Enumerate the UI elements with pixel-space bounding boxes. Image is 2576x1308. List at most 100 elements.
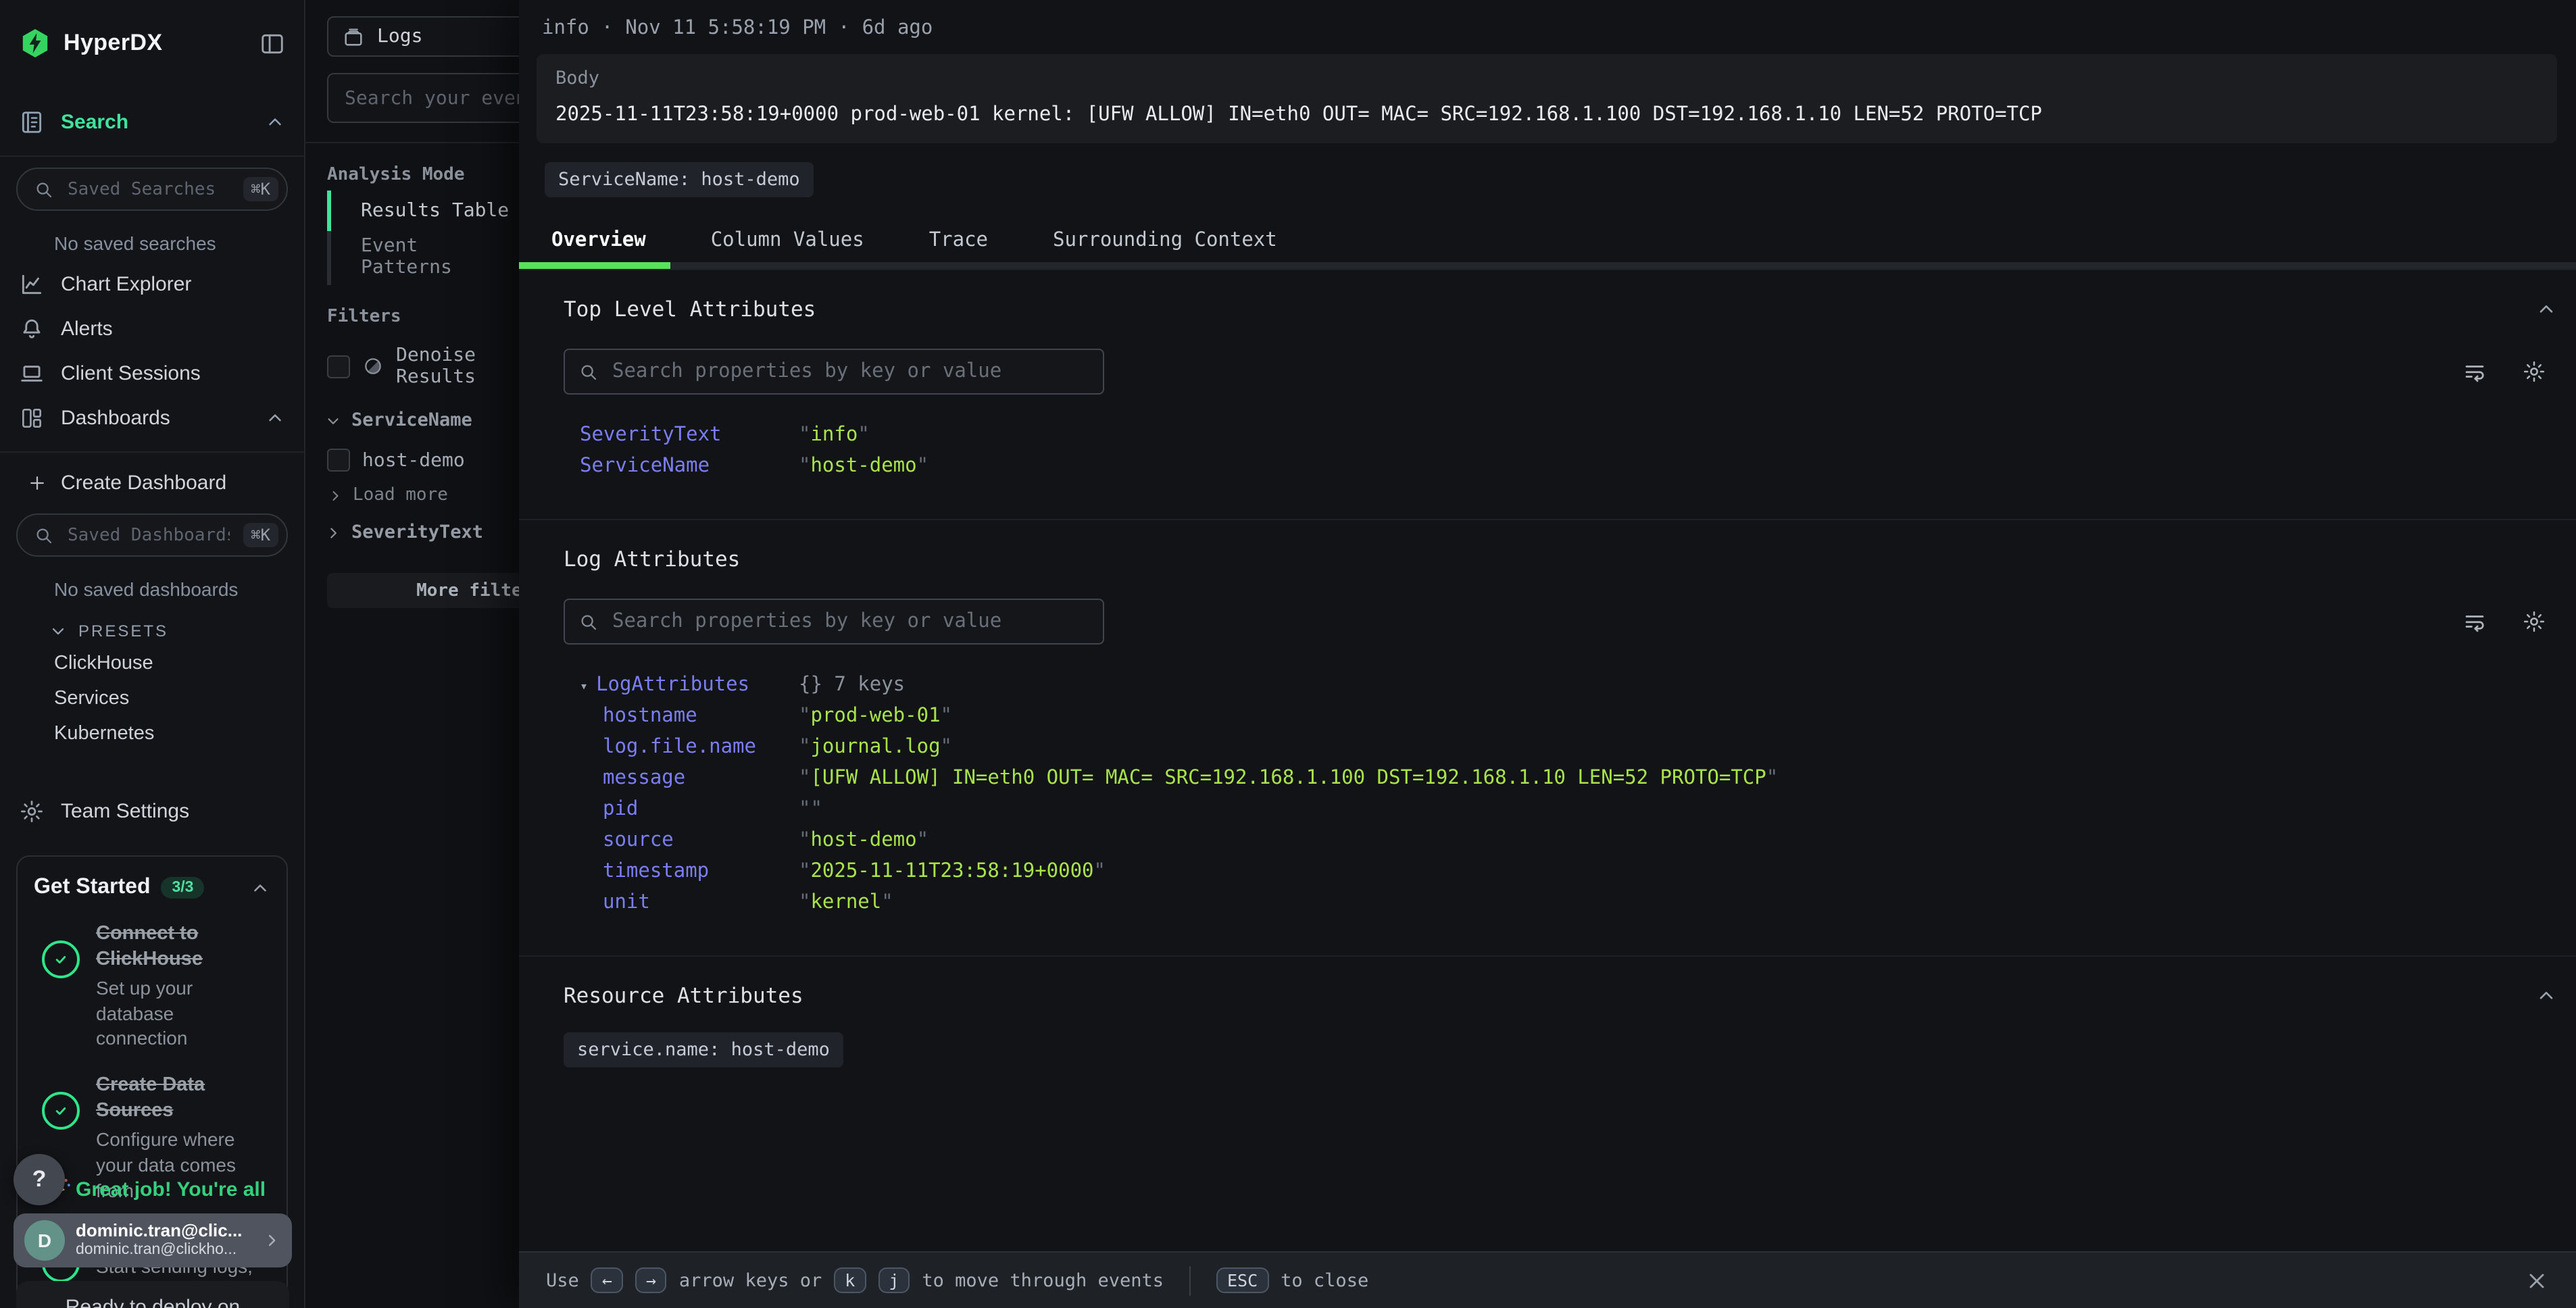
- preset-clickhouse[interactable]: ClickHouse: [0, 646, 304, 681]
- chevron-up-icon[interactable]: [250, 878, 270, 898]
- wrap-lines-icon[interactable]: [2462, 359, 2487, 384]
- attribute-row: hostname "prod-web-01": [564, 705, 2557, 736]
- sidebar-item-dashboards[interactable]: Dashboards: [0, 396, 304, 441]
- attribute-value[interactable]: "info": [799, 424, 2557, 446]
- property-search-input[interactable]: [610, 609, 1089, 634]
- attribute-root-row: ▾LogAttributes {} 7 keys: [564, 674, 2557, 705]
- saved-dashboards-box[interactable]: ⌘K: [16, 513, 288, 557]
- footer-text: to move through events: [922, 1269, 1164, 1291]
- severity-text: info: [542, 18, 589, 39]
- get-started-header[interactable]: Get Started 3/3: [34, 876, 270, 900]
- tab-column-values[interactable]: Column Values: [678, 219, 897, 262]
- gear-icon: [19, 799, 45, 824]
- presets-toggle[interactable]: PRESETS: [0, 608, 304, 646]
- attribute-value[interactable]: "": [799, 799, 2557, 820]
- analysis-mode-label: Analysis Mode: [305, 143, 519, 193]
- gear-icon[interactable]: [2522, 609, 2546, 634]
- attribute-row: message "[UFW ALLOW] IN=eth0 OUT= MAC= S…: [564, 768, 2557, 799]
- get-started-step[interactable]: Connect to ClickHouse Set up your databa…: [34, 922, 270, 1052]
- load-more-button[interactable]: Load more: [305, 481, 519, 509]
- close-icon[interactable]: [2525, 1268, 2549, 1292]
- checkbox[interactable]: [327, 355, 350, 378]
- user-menu[interactable]: D dominic.tran@clic... dominic.tran@clic…: [14, 1213, 292, 1267]
- no-saved-dashboards-text: No saved dashboards: [0, 568, 304, 608]
- j-key[interactable]: j: [878, 1267, 910, 1293]
- search-panel: Logs Analysis Mode Results Table Event P…: [305, 0, 519, 1308]
- attribute-value[interactable]: "kernel": [799, 892, 2557, 913]
- sidebar: HyperDX Search ⌘K No saved searches Char…: [0, 0, 305, 1308]
- sidebar-item-team-settings[interactable]: Team Settings: [0, 789, 304, 834]
- chevron-up-icon: [265, 112, 285, 132]
- sidebar-item-client-sessions[interactable]: Client Sessions: [0, 351, 304, 396]
- sidebar-item-alerts[interactable]: Alerts: [0, 307, 304, 351]
- attribute-key[interactable]: unit: [564, 892, 799, 913]
- chevron-up-icon[interactable]: [2535, 299, 2557, 320]
- preset-services[interactable]: Services: [0, 681, 304, 716]
- attribute-key[interactable]: ServiceName: [564, 455, 799, 477]
- saved-searches-box[interactable]: ⌘K: [16, 168, 288, 211]
- attribute-row: log.file.name "journal.log": [564, 736, 2557, 768]
- property-search-input[interactable]: [610, 359, 1089, 384]
- left-arrow-key[interactable]: ←: [591, 1267, 623, 1293]
- more-filters-button[interactable]: More filters: [327, 573, 519, 608]
- attribute-value[interactable]: "host-demo": [799, 830, 2557, 851]
- tab-overview[interactable]: Overview: [519, 219, 678, 262]
- property-search-box[interactable]: [564, 599, 1104, 645]
- servicename-tag[interactable]: ServiceName: host-demo: [545, 162, 814, 197]
- esc-key[interactable]: ESC: [1216, 1267, 1268, 1293]
- section-title: Log Attributes: [564, 547, 2557, 572]
- wrap-lines-icon[interactable]: [2462, 609, 2487, 634]
- saved-dashboards-input[interactable]: [65, 524, 232, 547]
- filter-option-host-demo[interactable]: host-demo: [305, 439, 519, 481]
- filter-group-severitytext[interactable]: SeverityText: [305, 509, 519, 551]
- resource-service-tag[interactable]: service.name: host-demo: [564, 1032, 843, 1067]
- saved-searches-input[interactable]: [65, 178, 232, 201]
- attribute-key[interactable]: hostname: [564, 705, 799, 727]
- tab-trace[interactable]: Trace: [897, 219, 1020, 262]
- chevron-right-icon: [324, 524, 342, 541]
- attribute-key[interactable]: pid: [564, 799, 799, 820]
- property-search-box[interactable]: [564, 349, 1104, 395]
- sidebar-item-chart-explorer[interactable]: Chart Explorer: [0, 262, 304, 307]
- log-body-card: Body 2025-11-11T23:58:19+0000 prod-web-0…: [537, 54, 2557, 143]
- filter-group-servicename[interactable]: ServiceName: [305, 397, 519, 439]
- log-attributes-section: Log Attributes ▾LogAttributes {} 7 keys: [519, 519, 2576, 955]
- step-desc: Set up your database connection: [96, 975, 270, 1051]
- section-title: Resource Attributes: [564, 984, 2535, 1008]
- attribute-key[interactable]: message: [564, 768, 799, 789]
- attribute-root-key[interactable]: ▾LogAttributes: [564, 674, 799, 696]
- get-started-badge: 3/3: [162, 877, 205, 899]
- attribute-value[interactable]: "2025-11-11T23:58:19+0000": [799, 861, 2557, 882]
- mode-results-table[interactable]: Results Table: [331, 193, 519, 228]
- event-search-box[interactable]: [327, 73, 519, 123]
- right-arrow-key[interactable]: →: [635, 1267, 667, 1293]
- attribute-key[interactable]: source: [564, 830, 799, 851]
- checkbox[interactable]: [327, 449, 350, 472]
- help-button[interactable]: ?: [14, 1154, 65, 1205]
- attribute-value[interactable]: "prod-web-01": [799, 705, 2557, 727]
- gear-icon[interactable]: [2522, 359, 2546, 384]
- sidebar-item-label: Team Settings: [61, 800, 285, 823]
- attribute-key[interactable]: SeverityText: [564, 424, 799, 446]
- attribute-row: unit "kernel": [564, 892, 2557, 923]
- attribute-value[interactable]: "host-demo": [799, 455, 2557, 477]
- search-icon: [578, 611, 599, 632]
- sidebar-item-search[interactable]: Search: [0, 100, 304, 145]
- attribute-row: pid "": [564, 799, 2557, 830]
- collapse-sidebar-icon[interactable]: [259, 30, 285, 56]
- preset-kubernetes[interactable]: Kubernetes: [0, 716, 304, 751]
- attribute-key[interactable]: log.file.name: [564, 736, 799, 758]
- k-key[interactable]: k: [834, 1267, 866, 1293]
- section-title: Top Level Attributes: [564, 297, 2535, 322]
- source-select[interactable]: Logs: [327, 16, 519, 57]
- create-dashboard-button[interactable]: Create Dashboard: [0, 463, 304, 503]
- log-timestamp: Nov 11 5:58:19 PM: [625, 18, 826, 39]
- mode-event-patterns[interactable]: Event Patterns: [331, 228, 519, 285]
- denoise-results-option[interactable]: Denoise Results: [305, 335, 519, 397]
- event-search-input[interactable]: [342, 86, 519, 110]
- chevron-up-icon[interactable]: [2535, 985, 2557, 1007]
- attribute-key[interactable]: timestamp: [564, 861, 799, 882]
- tab-surrounding-context[interactable]: Surrounding Context: [1020, 219, 1310, 262]
- attribute-value[interactable]: "[UFW ALLOW] IN=eth0 OUT= MAC= SRC=192.1…: [799, 768, 2557, 789]
- attribute-value[interactable]: "journal.log": [799, 736, 2557, 758]
